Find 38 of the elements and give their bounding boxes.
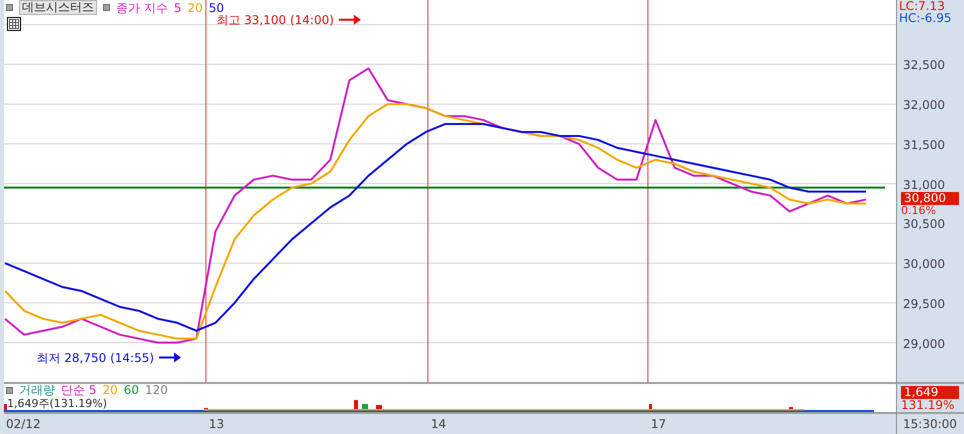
legend-label: 거래량 [19, 384, 55, 396]
date-label: 17 [650, 417, 666, 431]
legend-label: 20 [102, 384, 118, 396]
square-icon [6, 386, 13, 394]
low-price-label: 최저 28,750 (14:55) [36, 350, 154, 365]
date-label: 14 [430, 417, 446, 431]
date-label: 13 [208, 417, 224, 431]
price-tick: 31,500 [903, 138, 945, 152]
legend-label: 50 [208, 2, 224, 14]
price-tick: 32,500 [903, 59, 945, 72]
price-tick: 32,000 [903, 99, 945, 112]
legend-label: 120 [145, 384, 168, 396]
hc-value: HC:-6.95 [899, 12, 952, 25]
time-label: 15:30:00 [897, 414, 964, 434]
legend-label: 20 [187, 2, 203, 14]
pointer-arrow [338, 14, 361, 25]
price-tick: 30,000 [903, 258, 945, 272]
price-tick: 31,000 [903, 178, 945, 192]
legend-label: 단순 5 [61, 384, 96, 396]
high-price-label: 최고 33,100 (14:00) [216, 12, 334, 27]
current-volume: 1,649 [901, 386, 959, 399]
pointer-arrow [159, 352, 182, 363]
volume-ratio: 131.19% [901, 399, 954, 412]
legend-label: 종가 지수 [116, 2, 168, 14]
price-tick: 29,500 [903, 298, 945, 311]
price-tick: 29,000 [903, 338, 945, 351]
change-percent: 0.16% [901, 205, 936, 217]
square-icon [6, 4, 13, 11]
legend-label: 60 [124, 384, 140, 396]
legend-label: 5 [174, 2, 182, 14]
volume-summary: 1,649주(131.19%) [7, 397, 108, 410]
stock-name[interactable]: 데브시스터즈 [19, 0, 97, 15]
square-icon [103, 4, 110, 11]
grid-icon[interactable] [7, 17, 21, 31]
lc-value: LC:7.13 [899, 0, 945, 13]
date-label: 02/12 [6, 417, 41, 431]
price-tick: 30,500 [903, 218, 945, 232]
current-price: 30,800 [901, 192, 959, 205]
